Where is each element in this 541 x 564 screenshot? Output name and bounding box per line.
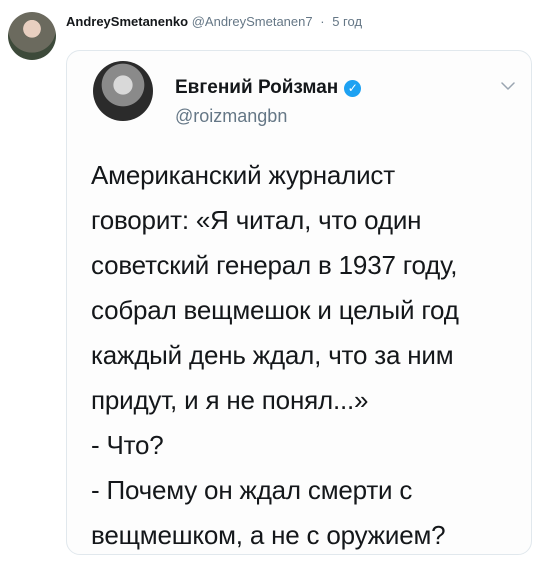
outer-tweet-header: AndreySmetanenko @AndreySmetanen7 · 5 го…	[66, 14, 362, 29]
quoted-tweet-text: Американский журналист говорит: «Я читал…	[91, 153, 517, 558]
verified-badge-icon: ✓	[344, 79, 362, 97]
tweet-text-line: Американский журналист	[91, 160, 395, 190]
tweet-timestamp[interactable]: 5 год	[332, 14, 362, 29]
quoted-author-name[interactable]: Евгений Ройзман	[175, 77, 338, 99]
outer-author-avatar[interactable]	[8, 12, 56, 60]
tweet-text-line: советский генерал в 1937 году,	[91, 250, 458, 280]
quoted-tweet-card[interactable]: Евгений Ройзман ✓ @roizmangbn Американск…	[66, 50, 532, 555]
outer-author-handle[interactable]: @AndreySmetanen7	[192, 14, 313, 29]
quoted-author-avatar[interactable]	[93, 61, 153, 121]
quoted-author-name-row: Евгений Ройзман ✓	[175, 77, 362, 99]
tweet-text-line: - Что?	[91, 430, 164, 460]
tweet-text-line: придут, и я не понял...»	[91, 385, 369, 415]
chevron-down-icon[interactable]	[499, 77, 517, 95]
tweet-text-line: - Почему он ждал смерти с	[91, 475, 413, 505]
separator-dot: ·	[320, 14, 325, 29]
tweet-text-line: вещмешком, а не с оружием?	[91, 520, 446, 550]
tweet-text-line: каждый день ждал, что за ним	[91, 340, 454, 370]
tweet-text-line: собрал вещмешок и целый год	[91, 295, 459, 325]
quoted-author-handle[interactable]: @roizmangbn	[175, 106, 287, 127]
tweet-text-line: говорит: «Я читал, что один	[91, 205, 422, 235]
outer-author-name[interactable]: AndreySmetanenko	[66, 14, 188, 29]
